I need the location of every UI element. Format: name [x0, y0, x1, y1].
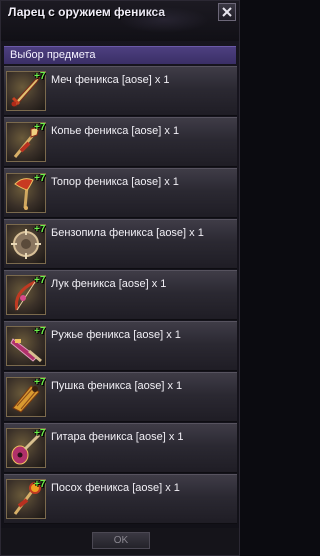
item-label: Топор феникса [aose] x 1: [51, 176, 179, 188]
enhance-badge: +7: [34, 428, 46, 439]
titlebar[interactable]: Ларец с оружием феникса: [1, 1, 239, 41]
item-label: Лук феникса [aose] x 1: [51, 278, 167, 290]
item-label: Пушка феникса [aose] x 1: [51, 380, 183, 392]
list-item[interactable]: +7 Гитара феникса [aose] x 1: [4, 423, 237, 473]
enhance-badge: +7: [34, 377, 46, 388]
enhance-badge: +7: [34, 173, 46, 184]
dialog-footer: OK: [1, 528, 239, 555]
item-label: Ружье феникса [aose] x 1: [51, 329, 181, 341]
section-header-label: Выбор предмета: [10, 49, 96, 61]
list-item[interactable]: +7 Лук феникса [aose] x 1: [4, 270, 237, 320]
list-item[interactable]: +7 Топор феникса [aose] x 1: [4, 168, 237, 218]
list-item[interactable]: +7 Пушка феникса [aose] x 1: [4, 372, 237, 422]
list-item[interactable]: +7 Копье феникса [aose] x 1: [4, 117, 237, 167]
item-list: +7 Меч феникса [aose] x 1 +7 Копье феник…: [1, 65, 239, 527]
enhance-badge: +7: [34, 326, 46, 337]
enhance-badge: +7: [34, 275, 46, 286]
ok-button[interactable]: OK: [92, 532, 150, 549]
enhance-badge: +7: [34, 71, 46, 82]
dialog-window: Ларец с оружием феникса Выбор предмета +…: [0, 0, 240, 556]
item-label: Бензопила феникса [aose] x 1: [51, 227, 204, 239]
item-label: Копье феникса [aose] x 1: [51, 125, 180, 137]
window-title: Ларец с оружием феникса: [8, 5, 166, 19]
close-button[interactable]: [218, 3, 236, 21]
list-item[interactable]: +7 Меч феникса [aose] x 1: [4, 66, 237, 116]
section-header: Выбор предмета: [4, 46, 236, 64]
list-item[interactable]: +7 Ружье феникса [aose] x 1: [4, 321, 237, 371]
item-label: Гитара феникса [aose] x 1: [51, 431, 184, 443]
list-item[interactable]: +7 Бензопила феникса [aose] x 1: [4, 219, 237, 269]
item-label: Меч феникса [aose] x 1: [51, 74, 170, 86]
enhance-badge: +7: [34, 224, 46, 235]
enhance-badge: +7: [34, 479, 46, 490]
list-item[interactable]: +7 Посох феникса [aose] x 1: [4, 474, 237, 524]
enhance-badge: +7: [34, 122, 46, 133]
close-icon: [222, 7, 232, 17]
item-label: Посох феникса [aose] x 1: [51, 482, 180, 494]
